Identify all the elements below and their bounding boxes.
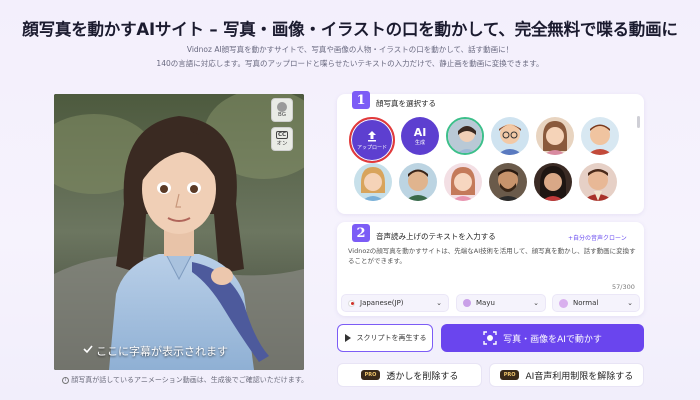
play-script-button[interactable]: スクリプトを再生する: [337, 324, 433, 352]
caption-toggle-button[interactable]: CC オン: [271, 127, 293, 151]
step1-title: 顔写真を選択する: [376, 99, 436, 108]
avatar-man-red[interactable]: [579, 163, 617, 201]
chevron-down-icon: ⌄: [533, 299, 539, 307]
subtitle-line-2: 140の言語に対応します。写真のアップロードと喋らせたいテキストの入力だけで、静…: [156, 59, 544, 68]
avatar-boy-cartoon[interactable]: [581, 117, 619, 155]
avatar-boy-glasses[interactable]: [491, 117, 529, 155]
animate-photo-label: 写真・画像をAIで動かす: [503, 334, 602, 345]
avatar-girl-pink[interactable]: [444, 163, 482, 201]
voice-select[interactable]: Mayu ⌄: [456, 294, 546, 312]
subtitle-line-1: Vidnoz AI顔写真を動かすサイトで、写真や画像の人物・イラストの口を動かし…: [186, 45, 514, 54]
upload-icon: [368, 130, 376, 141]
remove-voice-limit-button[interactable]: PRO AI音声利用制限を解除する: [489, 363, 644, 387]
chevron-down-icon: ⌄: [436, 299, 442, 307]
remove-watermark-button[interactable]: PRO 透かしを削除する: [337, 363, 482, 387]
step2-number: 2: [352, 224, 370, 242]
caption-button-label: オン: [276, 141, 288, 147]
video-note: i 顔写真が話しているアニメーション動画は、生成後でご確認いただけます。: [62, 375, 308, 385]
chevron-down-icon: ⌄: [627, 299, 633, 307]
char-count: 57/300: [612, 283, 635, 291]
caption-check-icon: [83, 345, 93, 354]
ai-sub-label: 生成: [414, 140, 425, 146]
voice-value: Mayu: [476, 299, 495, 307]
upload-label: アップロード: [356, 144, 387, 151]
pro-badge: PRO: [499, 370, 520, 380]
remove-voice-limit-label: AI音声利用制限を解除する: [525, 371, 634, 382]
japan-flag-icon: [348, 299, 355, 307]
pro-badge: PRO: [360, 370, 381, 380]
caption-text: ここに字幕が表示されます: [96, 345, 228, 358]
voice-clone-link[interactable]: +自分の音声クローン: [568, 233, 627, 242]
speed-value: Normal: [573, 299, 599, 307]
avatar-boy-dark[interactable]: [399, 163, 437, 201]
upload-photo-button[interactable]: アップロード: [349, 117, 395, 163]
play-icon: [344, 334, 351, 342]
video-note-text: 顔写真が話しているアニメーション動画は、生成後でご確認いただけます。: [71, 376, 309, 384]
speed-emoji-icon: [559, 298, 568, 308]
speed-select[interactable]: Normal ⌄: [552, 294, 640, 312]
ai-generate-button[interactable]: AI 生成: [401, 117, 439, 155]
talking-photo-preview: [54, 94, 304, 370]
avatar-woman-photo[interactable]: [446, 117, 484, 155]
ai-label: AI: [413, 126, 427, 139]
background-button-label: BG: [278, 112, 286, 118]
play-script-label: スクリプトを再生する: [356, 334, 427, 342]
avatar-list-scrollbar[interactable]: [637, 116, 640, 128]
background-toggle-button[interactable]: BG: [271, 98, 293, 122]
avatar-man-bearded[interactable]: [489, 163, 527, 201]
background-icon: [277, 102, 287, 112]
script-textarea[interactable]: Vidnozの顔写真を動かすサイトは、先端なAI技術を活用して、顔写真を動かし、…: [348, 246, 638, 266]
voice-avatar-icon: [463, 299, 471, 307]
page-title: 顔写真を動かすAIサイト – 写真・画像・イラストの口を動かして、完全無料で喋る…: [22, 20, 678, 39]
avatar-girl-brown-hair[interactable]: [536, 117, 574, 155]
step2-title: 音声読み上げのテキストを入力する: [376, 232, 496, 241]
animate-photo-button[interactable]: 写真・画像をAIで動かす: [441, 324, 644, 352]
language-select[interactable]: Japanese(JP) ⌄: [341, 294, 449, 312]
remove-watermark-label: 透かしを削除する: [386, 371, 459, 382]
ai-face-scan-icon: [483, 331, 497, 345]
info-icon: i: [62, 376, 69, 384]
video-preview: [54, 94, 304, 370]
caption-icon: CC: [275, 131, 289, 139]
avatar-girl-blonde[interactable]: [354, 163, 392, 201]
step1-number: 1: [352, 91, 370, 109]
avatar-woman-traditional[interactable]: [534, 163, 572, 201]
language-value: Japanese(JP): [360, 299, 404, 307]
